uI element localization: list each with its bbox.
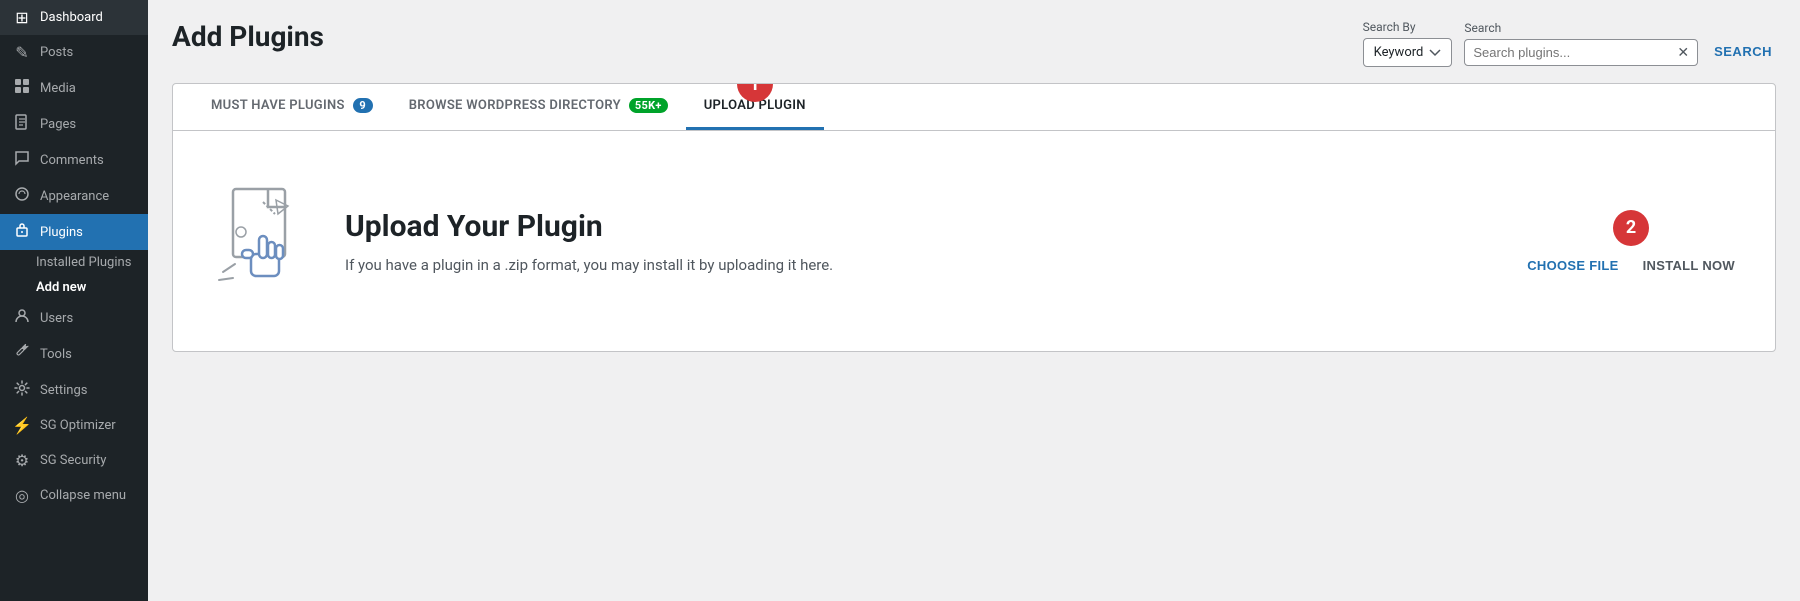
sidebar-item-label: Settings (40, 383, 87, 398)
tabs-container: MUST HAVE PLUGINS 9 BROWSE WORDPRESS DIR… (172, 83, 1776, 352)
tab-browse[interactable]: BROWSE WORDPRESS DIRECTORY 55K+ (391, 84, 686, 130)
tab-label: MUST HAVE PLUGINS (211, 98, 345, 113)
pages-icon (12, 114, 32, 134)
step-badge-2: 2 (1613, 210, 1649, 246)
search-by-value: Keyword (1374, 45, 1424, 60)
users-icon (12, 308, 32, 328)
sidebar-item-pages[interactable]: Pages (0, 106, 148, 142)
action-row: CHOOSE FILE INSTALL NOW (1527, 258, 1735, 273)
plugins-icon (12, 222, 32, 242)
dashboard-icon: ⊞ (12, 8, 32, 27)
sub-label: Installed Plugins (36, 255, 131, 270)
sidebar-item-label: SG Security (40, 453, 106, 468)
search-by-label: Search By (1363, 20, 1453, 34)
media-icon (12, 78, 32, 98)
sidebar-item-comments[interactable]: Comments (0, 142, 148, 178)
tools-icon (12, 344, 32, 364)
sidebar-item-label: Plugins (40, 225, 83, 240)
sidebar-item-sg-optimizer[interactable]: ⚡ SG Optimizer (0, 408, 148, 443)
settings-icon (12, 380, 32, 400)
sg-optimizer-icon: ⚡ (12, 416, 32, 435)
sidebar-item-sg-security[interactable]: ⚙ SG Security (0, 443, 148, 478)
upload-description: If you have a plugin in a .zip format, y… (345, 256, 1495, 274)
page-title: Add Plugins (172, 20, 324, 53)
comments-icon (12, 150, 32, 170)
sidebar-item-label: Dashboard (40, 10, 103, 25)
sidebar-item-label: Users (40, 311, 73, 326)
sidebar-item-label: Pages (40, 117, 76, 132)
sidebar: ⊞ Dashboard ✎ Posts Media Pages Comments… (0, 0, 148, 601)
clear-search-button[interactable]: ✕ (1677, 44, 1689, 61)
search-input[interactable] (1473, 45, 1673, 60)
sidebar-item-label: Tools (40, 347, 72, 362)
search-area: Search By Keyword Search ✕ SEARCH (1363, 20, 1776, 67)
sidebar-sub-add-new[interactable]: Add new (0, 275, 148, 300)
search-button[interactable]: SEARCH (1710, 44, 1776, 67)
sidebar-item-posts[interactable]: ✎ Posts (0, 35, 148, 70)
sidebar-item-tools[interactable]: Tools (0, 336, 148, 372)
sidebar-sub-installed-plugins[interactable]: Installed Plugins (0, 250, 148, 275)
search-label: Search (1464, 21, 1698, 35)
header-row: Add Plugins Search By Keyword Search ✕ S… (172, 20, 1776, 67)
sidebar-item-media[interactable]: Media (0, 70, 148, 106)
sidebar-item-label: Appearance (40, 189, 109, 204)
sidebar-item-label: SG Optimizer (40, 418, 116, 433)
choose-file-button[interactable]: CHOOSE FILE (1527, 258, 1618, 273)
chevron-down-icon (1429, 49, 1441, 57)
upload-illustration (213, 184, 313, 294)
upload-text-area: Upload Your Plugin If you have a plugin … (345, 209, 1495, 274)
sub-label: Add new (36, 280, 86, 295)
tab-badge-browse: 55K+ (629, 98, 668, 113)
install-now-button[interactable]: INSTALL NOW (1643, 258, 1735, 273)
sidebar-item-settings[interactable]: Settings (0, 372, 148, 408)
search-input-wrap: ✕ (1464, 39, 1698, 66)
sidebar-item-appearance[interactable]: Appearance (0, 178, 148, 214)
sg-security-icon: ⚙ (12, 451, 32, 470)
tab-must-have[interactable]: MUST HAVE PLUGINS 9 (193, 84, 391, 130)
upload-icon-area (213, 184, 313, 298)
sidebar-item-collapse[interactable]: ◎ Collapse menu (0, 478, 148, 513)
tab-upload[interactable]: 1 UPLOAD PLUGIN (686, 84, 824, 130)
posts-icon: ✎ (12, 43, 32, 62)
appearance-icon (12, 186, 32, 206)
sidebar-item-label: Media (40, 81, 76, 96)
tab-badge-must-have: 9 (353, 98, 373, 113)
upload-title: Upload Your Plugin (345, 209, 1495, 244)
search-by-select[interactable]: Keyword (1363, 38, 1453, 67)
upload-actions: 2 CHOOSE FILE INSTALL NOW (1527, 210, 1735, 273)
collapse-icon: ◎ (12, 486, 32, 505)
sidebar-item-dashboard[interactable]: ⊞ Dashboard (0, 0, 148, 35)
main-content: Add Plugins Search By Keyword Search ✕ S… (148, 0, 1800, 601)
sidebar-item-label: Comments (40, 153, 104, 168)
tabs-header: MUST HAVE PLUGINS 9 BROWSE WORDPRESS DIR… (173, 84, 1775, 131)
sidebar-item-label: Collapse menu (40, 488, 126, 503)
tab-label: BROWSE WORDPRESS DIRECTORY (409, 98, 621, 113)
sidebar-item-users[interactable]: Users (0, 300, 148, 336)
sidebar-item-label: Posts (40, 45, 73, 60)
sidebar-item-plugins[interactable]: Plugins (0, 214, 148, 250)
upload-content: Upload Your Plugin If you have a plugin … (173, 131, 1775, 351)
